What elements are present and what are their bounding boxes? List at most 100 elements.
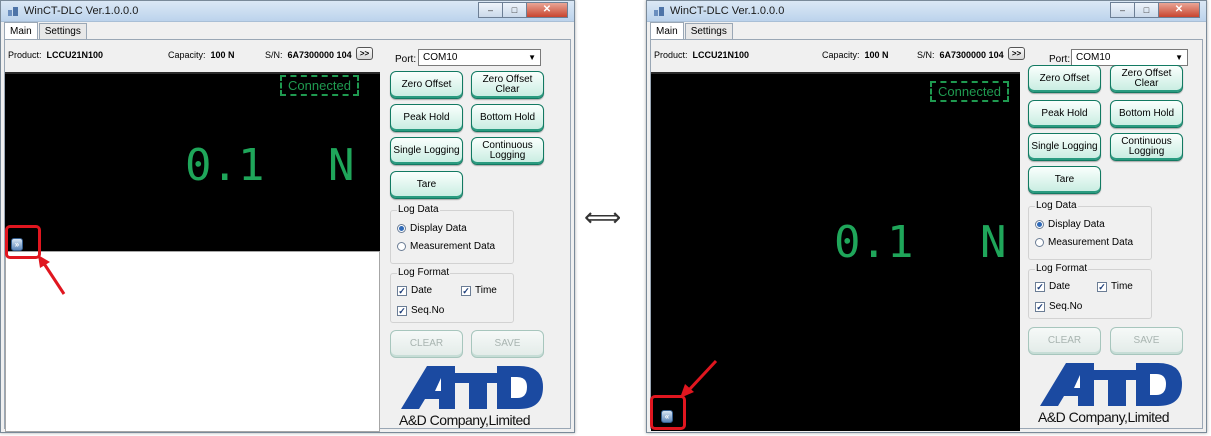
zero-offset-button[interactable]: Zero Offset: [390, 71, 463, 99]
reading-value: 0.1: [834, 217, 914, 268]
clear-button[interactable]: CLEAR: [1028, 327, 1101, 355]
serial-info: S/N: 6A7300000 104: [917, 50, 1004, 60]
close-button[interactable]: ✕: [1158, 2, 1200, 18]
app-icon: [654, 7, 664, 16]
chevron-down-icon: ▼: [1175, 53, 1183, 62]
reading-unit: N: [328, 140, 355, 191]
bottom-hold-button[interactable]: Bottom Hold: [471, 104, 544, 132]
continuous-logging-button[interactable]: Continuous Logging: [1110, 133, 1183, 161]
date-option[interactable]: ✓ Date: [397, 285, 432, 296]
maximize-button[interactable]: □: [1134, 2, 1158, 18]
display-data-option[interactable]: Display Data: [397, 223, 467, 234]
port-select[interactable]: COM10 ▼: [1071, 49, 1188, 66]
connected-badge: Connected: [280, 75, 359, 96]
checkbox-checked-icon[interactable]: ✓: [397, 285, 407, 296]
measurement-data-option[interactable]: Measurement Data: [1035, 237, 1133, 248]
time-option[interactable]: ✓ Time: [461, 285, 497, 296]
bottom-hold-button[interactable]: Bottom Hold: [1110, 100, 1183, 128]
save-button[interactable]: SAVE: [471, 330, 544, 358]
peak-hold-button[interactable]: Peak Hold: [390, 104, 463, 132]
peak-hold-button[interactable]: Peak Hold: [1028, 100, 1101, 128]
zero-offset-clear-button[interactable]: Zero Offset Clear: [1110, 65, 1183, 93]
title-bar[interactable]: WinCT-DLC Ver.1.0.0.0 ‒ □ ✕: [1, 1, 574, 22]
measurement-data-label: Measurement Data: [410, 241, 496, 252]
product-value: LCCU21N100: [46, 50, 104, 60]
radio-selected-icon[interactable]: [397, 224, 406, 233]
main-panel: Product: LCCU21N100 Capacity: 100 N S/N: 6A…: [650, 39, 1203, 431]
port-label: Port:: [1049, 54, 1071, 65]
connected-badge: Connected: [930, 81, 1009, 102]
window-title: WinCT-DLC Ver.1.0.0.0: [24, 5, 139, 17]
save-button[interactable]: SAVE: [1110, 327, 1183, 355]
port-value: COM10: [1076, 52, 1111, 63]
capacity-info: Capacity: 100 N: [822, 50, 889, 60]
double-arrow-icon: ⟺: [584, 202, 622, 232]
tab-settings[interactable]: Settings: [38, 23, 87, 39]
tab-main[interactable]: Main: [650, 22, 684, 39]
title-bar[interactable]: WinCT-DLC Ver.1.0.0.0 ‒ □ ✕: [647, 1, 1206, 22]
tab-strip: Main Settings: [4, 22, 88, 39]
maximize-button[interactable]: □: [502, 2, 526, 18]
clear-button[interactable]: CLEAR: [390, 330, 463, 358]
log-data-title: Log Data: [1035, 200, 1078, 211]
display-data-option[interactable]: Display Data: [1035, 219, 1105, 230]
serial-value: 6A7300000 104: [287, 50, 352, 60]
capacity-info: Capacity: 100 N: [168, 50, 235, 60]
capacity-label: Capacity:: [168, 50, 206, 60]
log-format-title: Log Format: [397, 267, 451, 278]
product-value: LCCU21N100: [692, 50, 750, 60]
device-details-button[interactable]: >>: [1008, 47, 1025, 60]
zero-offset-clear-button[interactable]: Zero Offset Clear: [471, 71, 544, 99]
window-title: WinCT-DLC Ver.1.0.0.0: [670, 5, 785, 17]
seq-no-option[interactable]: ✓ Seq.No: [1035, 301, 1082, 312]
red-arrow-icon: [680, 359, 718, 398]
single-logging-button[interactable]: Single Logging: [1028, 133, 1101, 161]
tab-strip: Main Settings: [650, 22, 734, 39]
chevron-down-icon: ▼: [528, 53, 536, 62]
port-select[interactable]: COM10 ▼: [418, 49, 541, 66]
log-data-group: Log Data Display Data Measurement Data: [1028, 200, 1152, 260]
time-option[interactable]: ✓ Time: [1097, 281, 1133, 292]
seq-no-option[interactable]: ✓ Seq.No: [397, 305, 444, 316]
tab-main[interactable]: Main: [4, 22, 38, 39]
device-details-button[interactable]: >>: [356, 47, 373, 60]
radio-empty-icon[interactable]: [397, 242, 406, 251]
minimize-button[interactable]: ‒: [1110, 2, 1134, 18]
close-button[interactable]: ✕: [526, 2, 568, 18]
single-logging-button[interactable]: Single Logging: [390, 137, 463, 165]
checkbox-checked-icon[interactable]: ✓: [397, 305, 407, 316]
company-caption: A&D Company,Limited: [399, 412, 531, 428]
measurement-data-option[interactable]: Measurement Data: [397, 241, 495, 252]
zero-offset-button[interactable]: Zero Offset: [1028, 65, 1101, 93]
display-data-label: Display Data: [1048, 219, 1105, 230]
and-logo: [1040, 363, 1182, 406]
capacity-label: Capacity:: [822, 50, 860, 60]
radio-empty-icon[interactable]: [1035, 238, 1044, 247]
time-label: Time: [1111, 281, 1133, 292]
checkbox-checked-icon[interactable]: ✓: [1097, 281, 1107, 292]
date-label: Date: [411, 285, 433, 296]
checkbox-checked-icon[interactable]: ✓: [461, 285, 471, 296]
serial-info: S/N: 6A7300000 104: [265, 50, 352, 60]
date-option[interactable]: ✓ Date: [1035, 281, 1070, 292]
reading-display: Connected 0.1 N »: [5, 72, 380, 253]
red-arrow-icon: [38, 255, 66, 295]
radio-selected-icon[interactable]: [1035, 220, 1044, 229]
tab-settings[interactable]: Settings: [684, 23, 733, 39]
log-format-group: Log Format ✓ Date ✓ Time ✓ Seq.No: [1028, 263, 1152, 319]
display-data-label: Display Data: [410, 223, 467, 234]
log-data-group: Log Data Display Data Measurement Data: [390, 204, 514, 264]
tare-button[interactable]: Tare: [390, 171, 463, 199]
log-format-group: Log Format ✓ Date ✓ Time ✓ Seq.No: [390, 267, 514, 323]
log-data-title: Log Data: [397, 204, 440, 215]
date-label: Date: [1049, 281, 1071, 292]
app-window-left: WinCT-DLC Ver.1.0.0.0 ‒ □ ✕ Main Setting…: [0, 0, 575, 433]
capacity-value: 100 N: [864, 50, 889, 60]
tare-button[interactable]: Tare: [1028, 166, 1101, 194]
app-window-right: WinCT-DLC Ver.1.0.0.0 ‒ □ ✕ Main Setting…: [646, 0, 1207, 433]
continuous-logging-button[interactable]: Continuous Logging: [471, 137, 544, 165]
minimize-button[interactable]: ‒: [478, 2, 502, 18]
checkbox-checked-icon[interactable]: ✓: [1035, 281, 1045, 292]
seq-no-label: Seq.No: [1049, 301, 1083, 312]
checkbox-checked-icon[interactable]: ✓: [1035, 301, 1045, 312]
